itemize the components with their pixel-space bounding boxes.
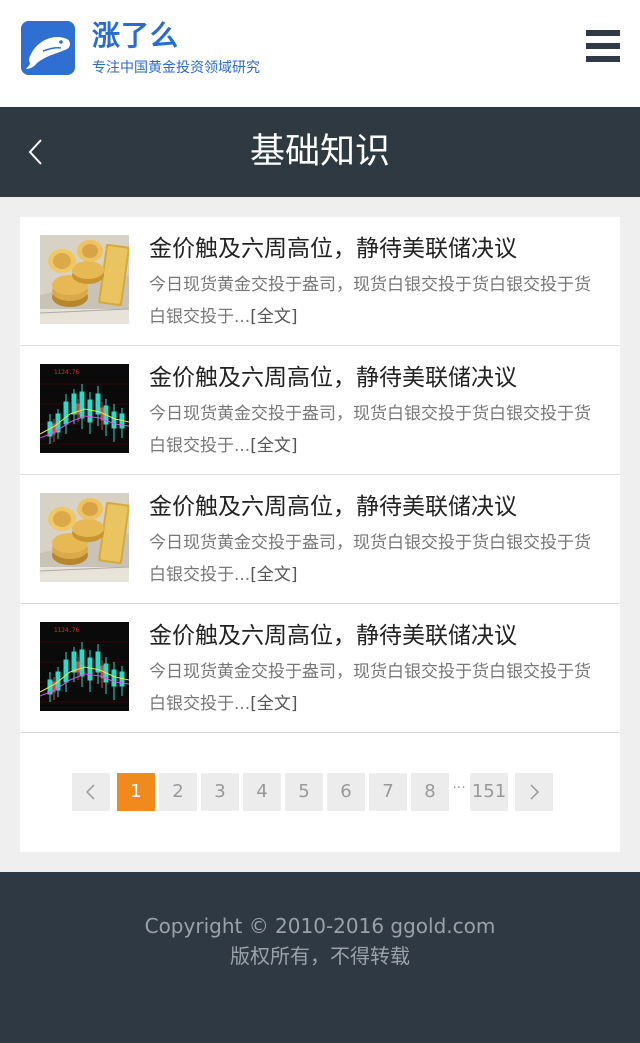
- article-title[interactable]: 金价触及六周高位，静待美联储决议: [149, 360, 517, 396]
- copyright-text: Copyright © 2010-2016 ggold.com: [144, 914, 496, 938]
- page-button-7[interactable]: 7: [369, 773, 407, 811]
- title-bar: 基础知识: [0, 107, 640, 197]
- article-list: 金价触及六周高位，静待美联储决议 今日现货黄金交投于盎司，现货白银交投于货白银交…: [20, 217, 620, 852]
- site-header: 涨了么 专注中国黄金投资领域研究: [0, 0, 640, 107]
- list-item[interactable]: 金价触及六周高位，静待美联储决议 今日现货黄金交投于盎司，现货白银交投于货白银交…: [20, 217, 620, 346]
- article-summary-text: 今日现货黄金交投于盎司，现货白银交投于货白银交投于货白银交投于...: [149, 662, 591, 714]
- article-title[interactable]: 金价触及六周高位，静待美联储决议: [149, 618, 517, 654]
- page-button-2[interactable]: 2: [159, 773, 197, 811]
- article-summary-text: 今日现货黄金交投于盎司，现货白银交投于货白银交投于货白银交投于...: [149, 533, 591, 585]
- whale-logo-icon[interactable]: [21, 21, 75, 75]
- article-title[interactable]: 金价触及六周高位，静待美联储决议: [149, 231, 517, 267]
- read-more-link[interactable]: [全文]: [250, 565, 297, 585]
- article-summary-text: 今日现货黄金交投于盎司，现货白银交投于货白银交投于货白银交投于...: [149, 404, 591, 456]
- article-summary: 今日现货黄金交投于盎司，现货白银交投于货白银交投于货白银交投于...[全文]: [149, 656, 604, 720]
- read-more-link[interactable]: [全文]: [250, 436, 297, 456]
- brand-name[interactable]: 涨了么: [92, 18, 179, 54]
- article-summary-text: 今日现货黄金交投于盎司，现货白银交投于货白银交投于货白银交投于...: [149, 275, 591, 327]
- page-button-6[interactable]: 6: [327, 773, 365, 811]
- article-summary: 今日现货黄金交投于盎司，现货白银交投于货白银交投于货白银交投于...[全文]: [149, 398, 604, 462]
- list-item[interactable]: 1124.76 金价触及六周高位，静待美联储决议 今日现货黄金交投于盎司，现货白…: [20, 604, 620, 733]
- hamburger-menu-icon[interactable]: [586, 28, 620, 64]
- chevron-left-icon: [85, 784, 95, 800]
- article-summary: 今日现货黄金交投于盎司，现货白银交投于货白银交投于货白银交投于...[全文]: [149, 269, 604, 333]
- next-page-button[interactable]: [515, 773, 553, 811]
- list-item[interactable]: 1124.76 金价触及六周高位，静待美联储决议 今日现货黄金交投于盎司，现货白…: [20, 346, 620, 475]
- brand-slogan: 专注中国黄金投资领域研究: [92, 60, 260, 76]
- article-summary: 今日现货黄金交投于盎司，现货白银交投于货白银交投于货白银交投于...[全文]: [149, 527, 604, 591]
- page-button-last[interactable]: 151: [470, 773, 508, 811]
- gold-coins-image[interactable]: [40, 493, 129, 582]
- article-title[interactable]: 金价触及六周高位，静待美联储决议: [149, 489, 517, 525]
- site-footer: Copyright © 2010-2016 ggold.com 版权所有，不得转…: [0, 872, 640, 1043]
- candlestick-chart-image[interactable]: 1124.76: [40, 364, 129, 453]
- page-button-3[interactable]: 3: [201, 773, 239, 811]
- chevron-right-icon: [530, 784, 540, 800]
- candlestick-chart-image[interactable]: 1124.76: [40, 622, 129, 711]
- rights-text: 版权所有，不得转载: [230, 944, 410, 968]
- page-button-5[interactable]: 5: [285, 773, 323, 811]
- list-item[interactable]: 金价触及六周高位，静待美联储决议 今日现货黄金交投于盎司，现货白银交投于货白银交…: [20, 475, 620, 604]
- back-button[interactable]: [22, 137, 52, 167]
- page-button-8[interactable]: 8: [411, 773, 449, 811]
- gold-coins-image[interactable]: [40, 235, 129, 324]
- prev-page-button[interactable]: [72, 773, 110, 811]
- page-title: 基础知识: [249, 132, 390, 172]
- read-more-link[interactable]: [全文]: [250, 694, 297, 714]
- chevron-left-icon: [28, 139, 42, 165]
- pagination-ellipsis: ···: [452, 780, 466, 796]
- svg-text:1124.76: 1124.76: [54, 627, 80, 634]
- page-button-1[interactable]: 1: [117, 773, 155, 811]
- read-more-link[interactable]: [全文]: [250, 307, 297, 327]
- svg-text:1124.76: 1124.76: [54, 369, 80, 376]
- page-button-4[interactable]: 4: [243, 773, 281, 811]
